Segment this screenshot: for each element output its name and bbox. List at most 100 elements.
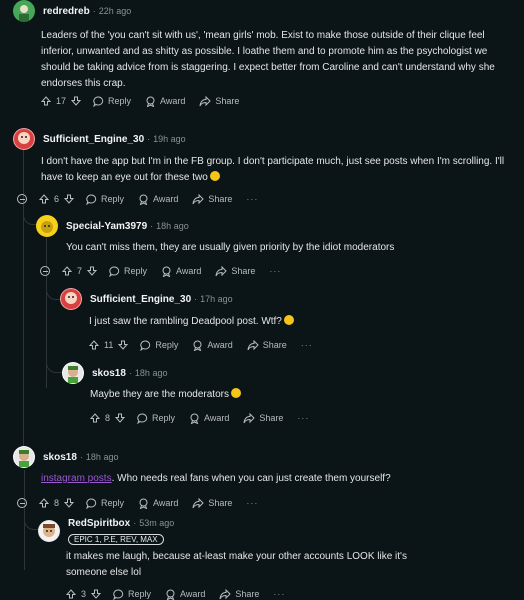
vote-controls: 8 — [39, 498, 75, 508]
downvote-icon[interactable] — [71, 96, 82, 106]
avatar[interactable] — [62, 362, 84, 384]
share-icon — [247, 339, 259, 350]
separator-dot: · — [150, 221, 154, 231]
upvote-icon[interactable] — [62, 266, 72, 276]
comment-author[interactable]: skos18 — [43, 452, 77, 463]
upvote-icon[interactable] — [39, 498, 49, 508]
share-button[interactable]: Share — [199, 95, 239, 107]
upvote-icon[interactable] — [41, 96, 51, 106]
comment-body: I just saw the rambling Deadpool post. W… — [89, 314, 509, 330]
comment-actions: 11 Reply Award Share ··· — [89, 336, 313, 354]
avatar[interactable] — [38, 520, 60, 542]
comment-author[interactable]: skos18 — [92, 368, 126, 379]
share-button[interactable]: Share — [192, 497, 232, 509]
vote-count: 8 — [105, 413, 111, 423]
collapse-thread-icon[interactable] — [17, 194, 27, 204]
downvote-icon[interactable] — [91, 589, 102, 599]
collapse-thread-icon[interactable] — [40, 266, 50, 276]
award-label: Award — [180, 589, 206, 599]
share-icon — [199, 95, 212, 106]
comment-author[interactable]: Special-Yam3979 — [66, 221, 147, 232]
upvote-icon[interactable] — [90, 413, 100, 423]
comment-text: I just saw the rambling Deadpool post. W… — [89, 316, 282, 327]
downvote-icon[interactable] — [118, 340, 129, 350]
award-button[interactable]: Award — [192, 340, 233, 351]
share-button[interactable]: Share — [247, 339, 287, 351]
award-button[interactable]: Award — [161, 266, 201, 277]
thread-line — [23, 205, 37, 225]
downvote-icon[interactable] — [64, 194, 75, 204]
award-icon — [166, 589, 175, 600]
award-icon — [146, 96, 155, 107]
avatar[interactable] — [60, 288, 82, 310]
comment-author[interactable]: redredreb — [43, 6, 90, 17]
reply-button[interactable]: Reply — [113, 588, 151, 600]
reply-button[interactable]: Reply — [137, 412, 175, 424]
thread-line — [46, 355, 62, 373]
award-button[interactable]: Award — [138, 498, 178, 509]
upvote-icon[interactable] — [39, 194, 49, 204]
comment-author[interactable]: RedSpiritbox — [68, 518, 130, 529]
downvote-icon[interactable] — [64, 498, 75, 508]
vote-controls: 3 — [66, 589, 102, 599]
share-icon — [243, 412, 256, 423]
more-options-button[interactable]: ··· — [246, 194, 258, 204]
reply-button[interactable]: Reply — [93, 95, 131, 107]
avatar[interactable] — [36, 215, 58, 237]
comment-timestamp: 22h ago — [98, 6, 132, 16]
comment-text: Maybe they are the moderators — [90, 389, 229, 400]
avatar[interactable] — [13, 446, 35, 468]
more-options-button[interactable]: ··· — [301, 340, 313, 350]
separator-dot: · — [128, 368, 132, 378]
reply-icon — [109, 265, 120, 277]
reply-button[interactable]: Reply — [86, 497, 124, 509]
more-options-button[interactable]: ··· — [297, 413, 309, 423]
comment-author[interactable]: Sufficient_Engine_30 — [43, 134, 144, 145]
award-button[interactable]: Award — [189, 413, 229, 424]
reply-label: Reply — [155, 340, 179, 350]
upvote-icon[interactable] — [66, 589, 76, 599]
comment: skos18 · 18h ago Maybe they are the mode… — [62, 362, 524, 424]
share-label: Share — [208, 194, 233, 204]
instagram-posts-link[interactable]: instagram posts — [41, 473, 112, 484]
comment: RedSpiritbox · 53m ago EPIC 1, P.E, REV,… — [38, 517, 524, 600]
avatar[interactable] — [13, 128, 35, 150]
reply-button[interactable]: Reply — [86, 193, 125, 205]
more-options-button[interactable]: ··· — [269, 266, 281, 276]
comment-author[interactable]: Sufficient_Engine_30 — [90, 294, 191, 305]
avatar[interactable] — [13, 0, 35, 22]
vote-controls: 7 — [62, 266, 98, 276]
vote-count: 7 — [77, 266, 83, 276]
share-button[interactable]: Share — [243, 412, 283, 424]
share-button[interactable]: Share — [192, 193, 233, 205]
vote-count: 8 — [54, 498, 60, 508]
reply-icon — [113, 588, 124, 600]
vote-count: 3 — [81, 589, 87, 599]
comment-body: Maybe they are the moderators — [90, 387, 510, 403]
upvote-icon[interactable] — [89, 340, 99, 350]
collapse-thread-icon[interactable] — [17, 498, 27, 508]
award-icon — [139, 498, 148, 509]
downvote-icon[interactable] — [87, 266, 98, 276]
share-label: Share — [262, 340, 287, 350]
award-icon — [139, 194, 148, 205]
separator-dot: · — [133, 518, 137, 528]
award-button[interactable]: Award — [138, 194, 178, 205]
downvote-icon[interactable] — [115, 413, 126, 423]
reply-label: Reply — [101, 194, 125, 204]
share-button[interactable]: Share — [219, 588, 259, 600]
award-icon — [190, 413, 199, 424]
more-options-button[interactable]: ··· — [273, 589, 285, 599]
comment-body: it makes me laugh, because at-least make… — [66, 551, 407, 578]
reply-button[interactable]: Reply — [109, 265, 147, 277]
comment-timestamp: 18h ago — [134, 368, 168, 378]
user-flair-badge: EPIC 1, P.E, REV, MAX — [68, 534, 164, 545]
thinking-emoji-icon — [230, 388, 241, 398]
comment: Sufficient_Engine_30 · 17h ago I just sa… — [60, 288, 524, 351]
share-button[interactable]: Share — [215, 265, 255, 277]
reply-button[interactable]: Reply — [140, 339, 179, 351]
award-button[interactable]: Award — [145, 96, 185, 107]
award-button[interactable]: Award — [165, 589, 205, 600]
thread-line — [24, 510, 38, 530]
more-options-button[interactable]: ··· — [246, 498, 258, 508]
